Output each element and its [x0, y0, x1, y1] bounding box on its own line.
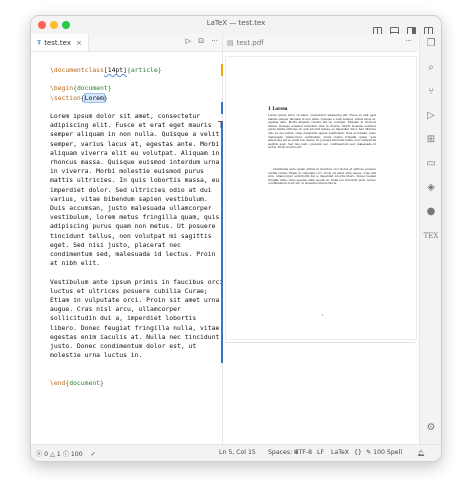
braces-icon[interactable]: {} [354, 449, 362, 456]
split-editor-icon[interactable]: ⊡ [198, 37, 204, 45]
notebook-icon[interactable]: ▭ [420, 158, 441, 169]
tab-label: test.pdf [236, 38, 264, 47]
code-line: vestibulum, lorem metus fringilla quam, … [50, 213, 220, 222]
warning-icon: △ [50, 451, 55, 458]
code-line: varius, vitae bibendum sapien vestibulum… [50, 194, 208, 203]
code-line: adipiscing purus quam non metus. Ut posu… [50, 222, 216, 231]
code-line: \end{document} [50, 378, 104, 387]
code-line: condimentum sed, malesuada id lectus. Pr… [50, 250, 216, 259]
spell-check[interactable]: ✎ 100 Spell [366, 449, 402, 456]
editor-pane: Ŧ test.tex × ▷ ⊡ ··· \documentclass[14pt… [31, 34, 224, 444]
pdf-section-heading: 1 Lorem [268, 106, 288, 111]
tab-test-tex[interactable]: Ŧ test.tex × [31, 34, 89, 51]
pdf-page-number: 1 [322, 314, 324, 317]
code-line: justo. Donec condimentum dolor est, ut [50, 342, 197, 351]
editor-tab-bar: Ŧ test.tex × ▷ ⊡ ··· [31, 34, 222, 52]
code-line: Vestibulum ante ipsum primis in faucibus… [50, 277, 224, 286]
tex-icon[interactable]: TEX [420, 232, 441, 240]
code-line: eget. Sed nisi justo, placerat nec [50, 240, 181, 249]
language-mode[interactable]: LaTeX [331, 449, 349, 456]
check-icon: ✓ [90, 451, 96, 458]
code-line: Lorem ipsum dolor sit amet, consectetur [50, 112, 201, 121]
selected-text: Lorem [83, 92, 105, 103]
run-icon[interactable]: ▷ [186, 37, 191, 45]
code-line: adipiscing elit. Fusce et erat eget maur… [50, 121, 212, 130]
search-icon[interactable]: ⌕ [420, 62, 441, 73]
error-count: 0 [44, 451, 49, 458]
extensions-icon[interactable]: ⊞ [420, 134, 441, 145]
eol-setting[interactable]: LF [317, 449, 324, 456]
spell-icon: ✎ [366, 449, 372, 456]
warning-count: 1 [56, 451, 61, 458]
title-bar: LaTeX — test.tex [31, 16, 441, 35]
info-count: 100 [70, 451, 83, 458]
code-line: \section{Lorem} [50, 92, 108, 103]
notifications-bell-icon[interactable]: 🔔︎ [417, 449, 425, 457]
code-line: libero. Donec feugiat fringilla nulla, v… [50, 323, 220, 332]
encoding-setting[interactable]: UTF-8 [294, 449, 312, 456]
tex-file-icon: Ŧ [37, 38, 42, 47]
code-line: rhoncus massa. Quisque euismod interdum … [50, 158, 220, 167]
settings-gear-icon[interactable]: ⚙ [420, 422, 441, 433]
info-icon: ⓘ [62, 451, 69, 458]
pdf-file-icon: ▤ [227, 38, 234, 47]
code-line: aliquam viverra elit eu volutpat. Aliqua… [50, 148, 220, 157]
source-control-icon[interactable]: ⑂ [420, 86, 441, 97]
code-line: egestas enim iaculis at. Nulla nec tinci… [50, 332, 220, 341]
layout-controls [370, 20, 433, 35]
pdf-paragraph: Vestibulum ante ipsum primis in faucibus… [268, 167, 376, 186]
tab-test-pdf[interactable]: ▤ test.pdf [227, 34, 264, 51]
spell-count: 100 Spell [373, 449, 403, 456]
pdf-preview-pane: ▤ test.pdf ··· 1 Lorem Lorem ipsum dolor… [223, 34, 418, 444]
python-icon[interactable]: ◈ [420, 182, 441, 193]
close-tab-icon[interactable]: × [76, 39, 82, 47]
editor-actions: ▷ ⊡ ··· [181, 37, 218, 45]
status-bar: ⓧ 0 △ 1 ⓘ 100 ✓ Ln 5, Col 15 Spaces: 4 U… [31, 444, 441, 461]
code-line: Etiam in vulputate orci. Proin sit amet … [50, 296, 220, 305]
code-line: \documentclass[14pt]{article} [50, 66, 162, 74]
code-line: augue. Cras nisl arcu, ullamcorper [50, 305, 181, 314]
code-line: \begin{document} [50, 84, 112, 93]
code-line: semper, varius lacus at, egestas ante. M… [50, 139, 220, 148]
more-actions-icon[interactable]: ··· [211, 37, 218, 45]
tab-label: test.tex [44, 38, 71, 47]
problems-indicator[interactable]: ⓧ 0 △ 1 ⓘ 100 ✓ [36, 449, 96, 458]
code-editor[interactable]: \documentclass[14pt]{article} \begin{doc… [50, 66, 223, 388]
code-line: semper aliquam in non nulla. Quisque a v… [50, 130, 220, 139]
more-actions-icon[interactable]: ··· [405, 37, 412, 45]
app-window: LaTeX — test.tex Ŧ test.tex × ▷ ⊡ ··· \d… [30, 15, 442, 462]
cursor-position[interactable]: Ln 5, Col 15 [219, 449, 256, 456]
activity-bar: ❐ ⌕ ⑂ ▷ ⊞ ▭ ◈ ● TEX ⚙ [419, 34, 441, 444]
code-line: imperdiet dolor. Sed ultricies odio at d… [50, 185, 212, 194]
error-icon: ⓧ [36, 451, 43, 458]
code-line: Duis accumsan, justo malesuada ullamcorp… [50, 204, 212, 213]
run-debug-icon[interactable]: ▷ [420, 110, 441, 121]
files-icon[interactable]: ❐ [420, 38, 441, 49]
code-line: sollicitudin dui a, imperdiet lobortis [50, 314, 197, 323]
pdf-page[interactable]: 1 Lorem Lorem ipsum dolor sit amet, cons… [225, 56, 417, 340]
code-line: luctus et ultrices posuere cubilia Curae… [50, 286, 208, 295]
code-line: at nibh elit. [50, 259, 101, 268]
code-line: mattis ultricies. In quis lobortis massa… [50, 176, 220, 185]
github-icon[interactable]: ● [420, 206, 441, 217]
code-line: tincidunt tellus, non volutpat mi sagitt… [50, 231, 212, 240]
pdf-page-next[interactable] [225, 342, 415, 443]
pdf-paragraph: Lorem ipsum dolor sit amet, consectetur … [268, 113, 376, 150]
code-line: in viverra. Morbi molestie euismod purus [50, 167, 204, 176]
code-line: molestie urna luctus in. [50, 351, 143, 360]
pdf-tab-bar: ▤ test.pdf ··· [223, 34, 418, 52]
